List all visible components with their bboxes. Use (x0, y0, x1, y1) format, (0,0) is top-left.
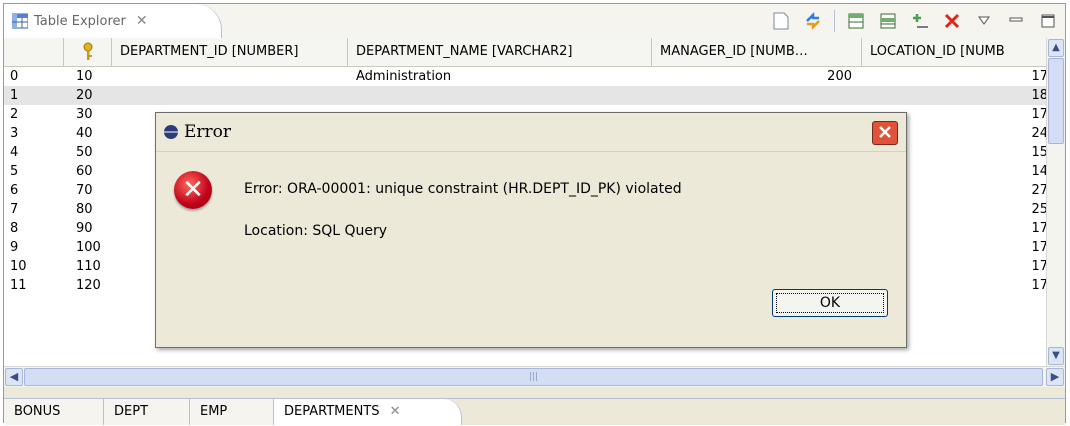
tab-emp[interactable]: EMP (190, 399, 274, 425)
row-number-header (4, 38, 64, 66)
row-number-cell[interactable]: 2 (10, 105, 60, 124)
scroll-down-icon[interactable]: ▼ (1048, 347, 1064, 365)
maximize-icon[interactable] (1037, 10, 1059, 32)
horizontal-scroll-thumb[interactable]: ||| (24, 368, 1043, 386)
location-id-cell[interactable]: 17 (872, 67, 1048, 86)
close-tab-icon[interactable]: ✕ (390, 404, 401, 419)
error-icon: ✕ (174, 171, 212, 209)
view-toolbar (770, 4, 1059, 38)
manager-id-cell[interactable] (662, 86, 852, 105)
tab-table-explorer[interactable]: Table Explorer ✕ (4, 4, 222, 38)
eclipse-icon (164, 125, 178, 139)
error-dialog: Error ✕ Error: ORA-00001: unique constra… (155, 112, 907, 348)
tab-bonus[interactable]: BONUS (4, 399, 104, 425)
row-number-cell[interactable]: 4 (10, 143, 60, 162)
view-menu-icon[interactable] (973, 10, 995, 32)
close-icon (879, 126, 891, 138)
close-tab-icon[interactable]: ✕ (136, 13, 148, 29)
editor-tab-bar: BONUS DEPT EMP DEPARTMENTS ✕ (4, 398, 1065, 425)
copy-row-icon[interactable] (877, 10, 899, 32)
department-id-cell[interactable]: 10 (76, 67, 336, 86)
tab-dept[interactable]: DEPT (104, 399, 190, 425)
column-header-department-name[interactable]: DEPARTMENT_NAME [VARCHAR2] (348, 38, 652, 66)
row-number-cell[interactable]: 1 (10, 86, 60, 105)
error-location: Location: SQL Query (244, 223, 388, 239)
row-number-cell[interactable]: 3 (10, 124, 60, 143)
location-id-cell[interactable]: 18 (872, 86, 1048, 105)
table-row[interactable]: 1 20 18 (4, 86, 1065, 105)
ok-button[interactable]: OK (772, 289, 888, 317)
add-row-icon[interactable] (909, 10, 931, 32)
vertical-scroll-thumb[interactable] (1048, 58, 1064, 144)
row-number-cell[interactable]: 8 (10, 219, 60, 238)
tab-departments-label: DEPARTMENTS (284, 404, 380, 419)
toolbar-separator (834, 10, 835, 32)
column-header-location-id[interactable]: LOCATION_ID [NUMB (862, 38, 1052, 66)
column-header-manager-id[interactable]: MANAGER_ID [NUMB… (652, 38, 862, 66)
scroll-up-icon[interactable]: ▲ (1048, 39, 1064, 57)
refresh-icon[interactable] (802, 10, 824, 32)
dialog-title: Error (184, 122, 232, 142)
department-id-cell[interactable]: 20 (76, 86, 336, 105)
delete-icon[interactable] (941, 10, 963, 32)
row-number-cell[interactable]: 6 (10, 181, 60, 200)
scroll-left-icon[interactable]: ◀ (5, 368, 23, 386)
grid-header: DEPARTMENT_ID [NUMBER] DEPARTMENT_NAME [… (4, 38, 1065, 67)
scroll-right-icon[interactable]: ▶ (1046, 368, 1064, 386)
department-name-cell[interactable] (356, 86, 646, 105)
error-message: Error: ORA-00001: unique constraint (HR.… (244, 181, 682, 197)
new-page-icon[interactable] (770, 10, 792, 32)
row-number-cell[interactable]: 5 (10, 162, 60, 181)
dialog-title-bar: Error (156, 113, 906, 152)
minimize-icon[interactable] (1005, 10, 1027, 32)
department-name-cell[interactable]: Administration (356, 67, 646, 86)
manager-id-cell[interactable]: 200 (662, 67, 852, 86)
view-tab-strip: Table Explorer ✕ (4, 4, 1065, 39)
key-icon (83, 42, 92, 60)
primary-key-column-header[interactable] (64, 38, 112, 66)
row-number-cell[interactable]: 7 (10, 200, 60, 219)
insert-row-icon[interactable] (845, 10, 867, 32)
table-row[interactable]: 0 10 Administration 200 17 (4, 67, 1065, 86)
tab-departments[interactable]: DEPARTMENTS ✕ (274, 399, 462, 425)
tab-title: Table Explorer (34, 13, 126, 29)
row-number-cell[interactable]: 0 (10, 67, 60, 86)
row-number-cell[interactable]: 9 (10, 238, 60, 257)
dialog-close-button[interactable] (872, 121, 898, 145)
column-header-department-id[interactable]: DEPARTMENT_ID [NUMBER] (112, 38, 348, 66)
row-number-cell[interactable]: 11 (10, 276, 60, 295)
table-icon (12, 13, 28, 29)
horizontal-scrollbar[interactable]: ◀ ||| ▶ (4, 366, 1065, 387)
vertical-scrollbar[interactable]: ▲ ▼ (1046, 38, 1065, 366)
row-number-cell[interactable]: 10 (10, 257, 60, 276)
